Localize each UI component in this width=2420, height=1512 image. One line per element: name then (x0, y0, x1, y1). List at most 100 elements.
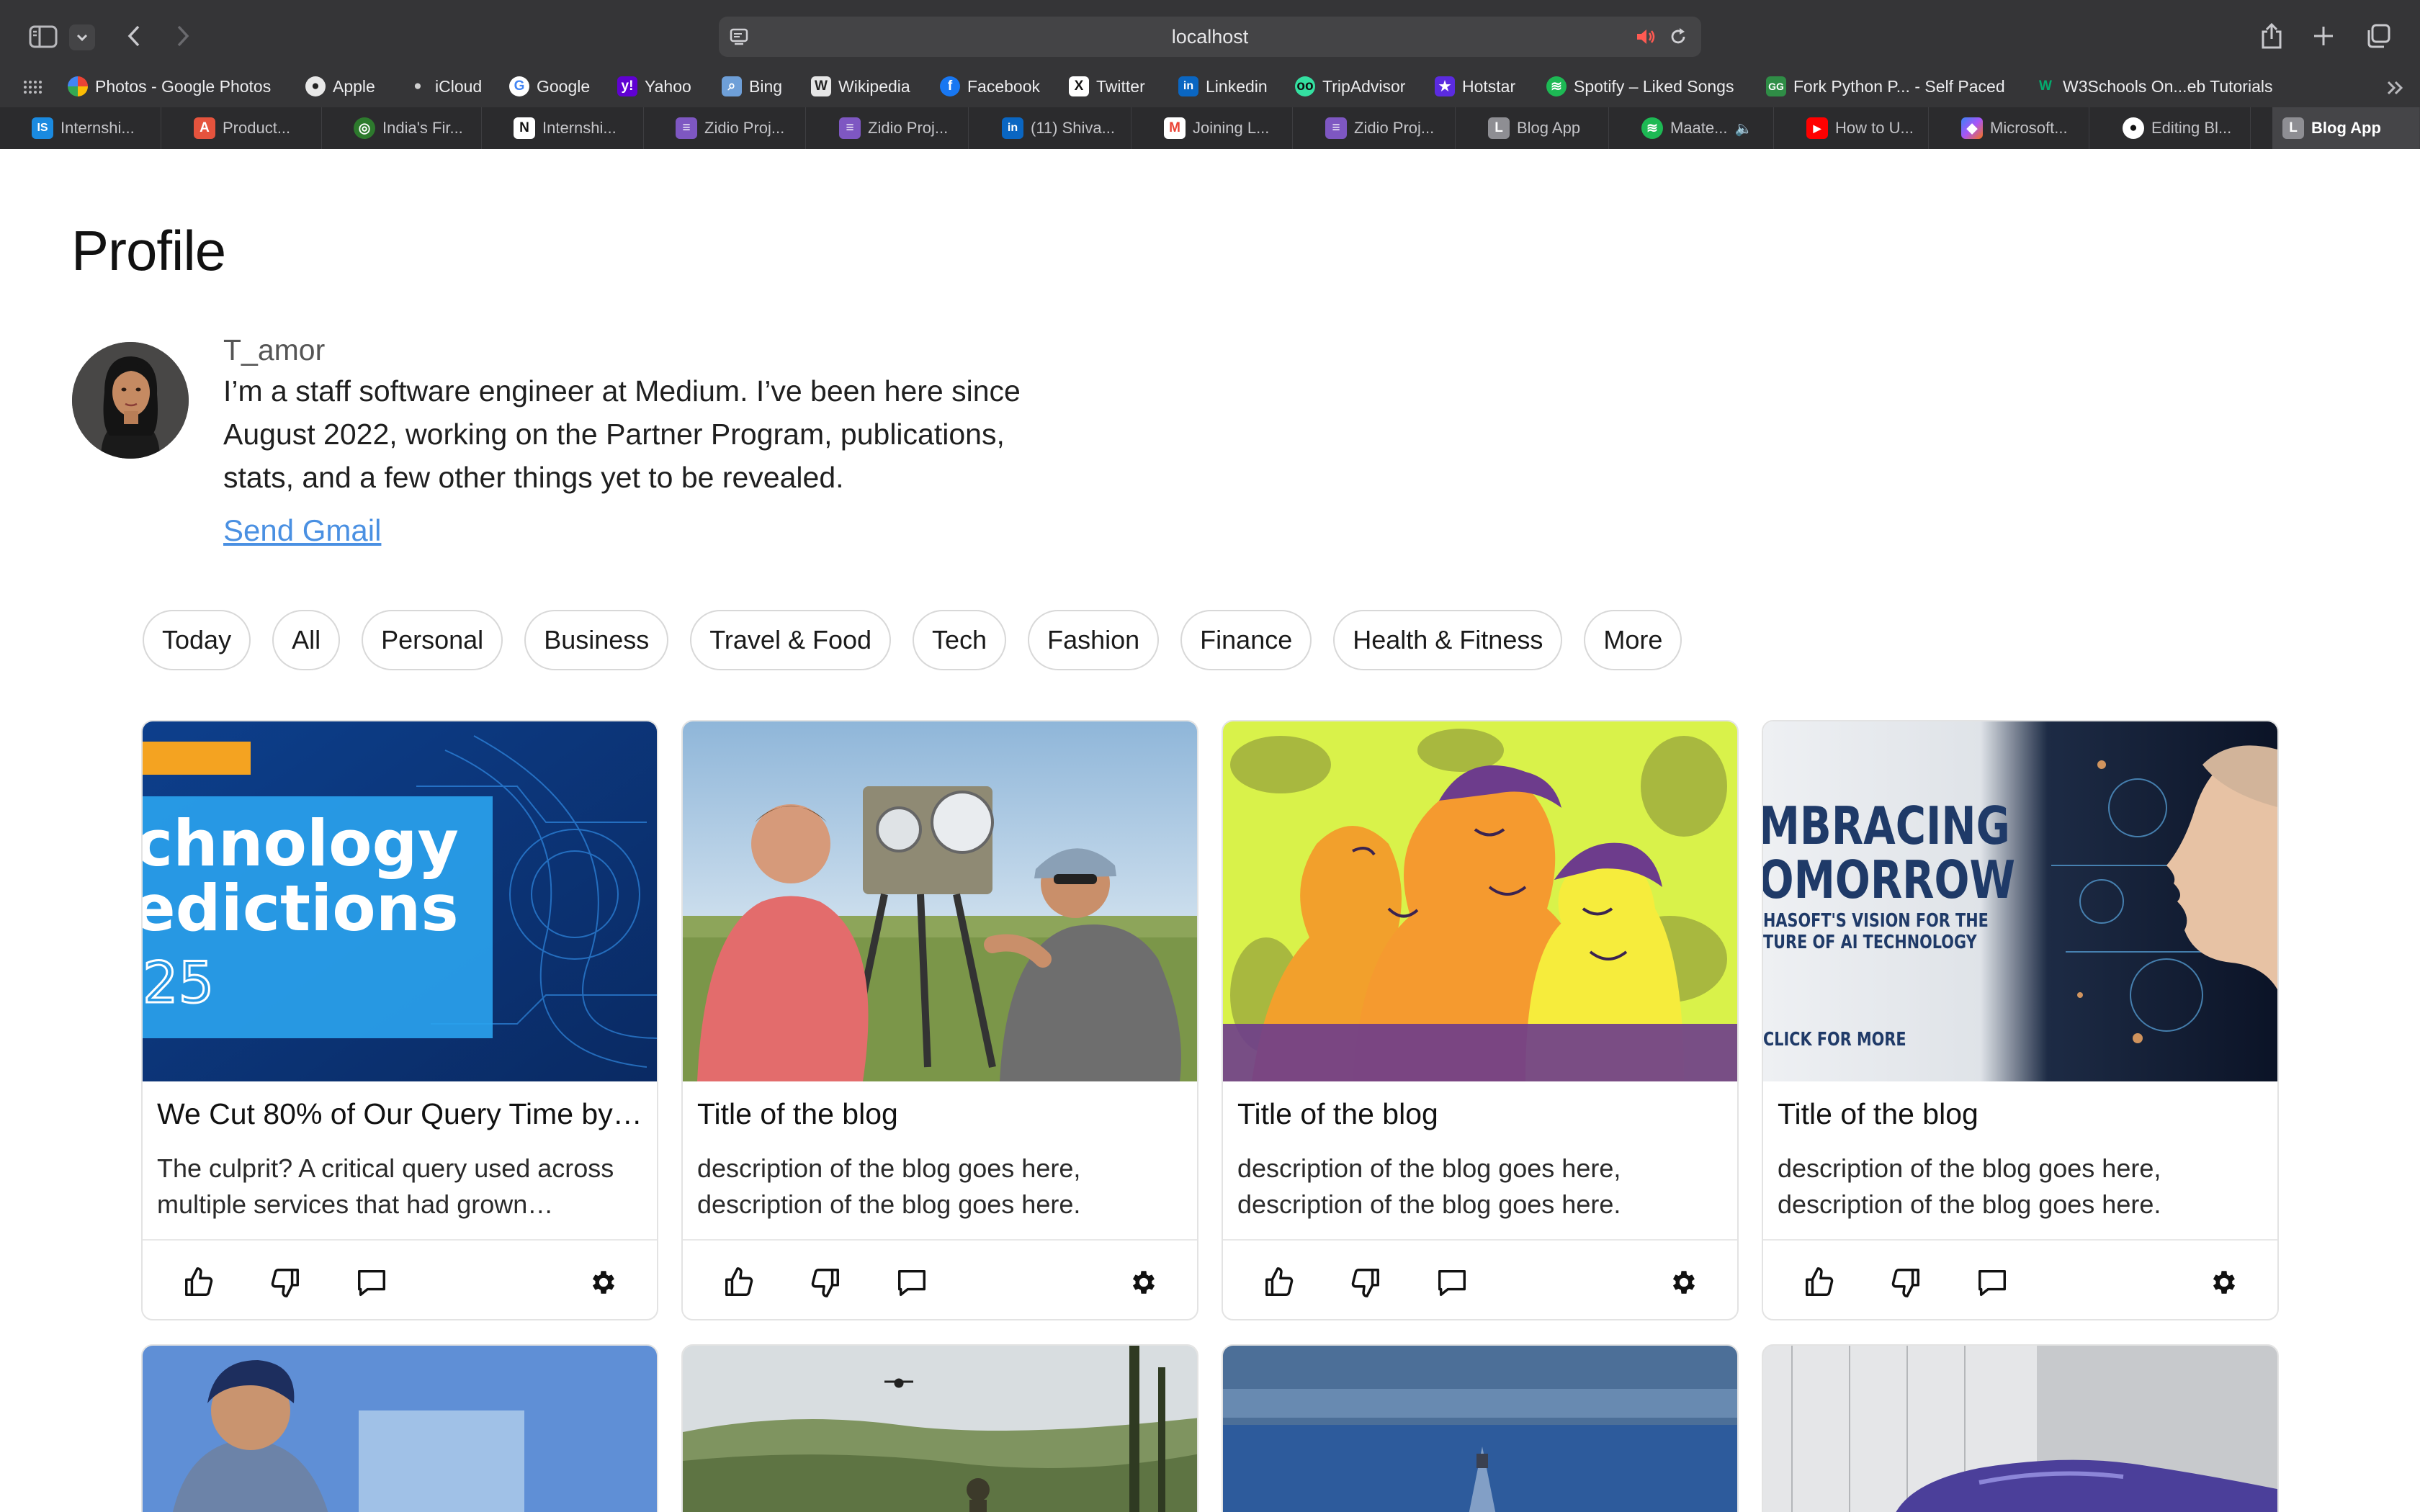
blog-card[interactable]: chnology edictions 25 We Cut 80% of Our … (141, 720, 658, 1320)
category-today[interactable]: Today (143, 610, 251, 670)
comment-icon[interactable] (351, 1262, 392, 1302)
audio-playing-icon[interactable] (1635, 27, 1658, 50)
blog-card[interactable]: Title of the blog description of the blo… (1222, 720, 1739, 1320)
blog-card-title[interactable]: Title of the blog (1237, 1097, 1727, 1131)
comment-icon[interactable] (1432, 1262, 1472, 1302)
tab-overview-icon[interactable] (2364, 22, 2393, 50)
category-travel-food[interactable]: Travel & Food (690, 610, 892, 670)
favorite-bing[interactable]: ⌕ Bing (722, 69, 782, 104)
category-tech[interactable]: Tech (913, 610, 1007, 670)
chevron-right-double-icon[interactable] (2383, 75, 2408, 101)
apple-icon: ● (305, 76, 326, 96)
favorite-icloud[interactable]: ● iCloud (408, 69, 482, 104)
tab-blog-app-active[interactable]: L Blog App (2272, 107, 2420, 149)
letter-l-icon: L (1488, 117, 1510, 139)
thumbs-down-icon[interactable] (1886, 1262, 1926, 1302)
favorite-hotstar[interactable]: ★ Hotstar (1435, 69, 1515, 104)
send-gmail-link[interactable]: Send Gmail (223, 513, 381, 548)
favorite-google-photos[interactable]: Photos - Google Photos (68, 69, 271, 104)
share-icon[interactable] (2257, 19, 2286, 53)
favorite-wikipedia[interactable]: W Wikipedia (811, 69, 910, 104)
thumbs-up-icon[interactable] (719, 1262, 759, 1302)
india-icon: ◎ (354, 117, 375, 139)
profile-username: T_amor (223, 333, 326, 366)
blog-card-image: chnology edictions 25 (143, 721, 657, 1081)
tab-zidio-1[interactable]: ≡ Zidio Proj... (666, 107, 806, 149)
favorite-google[interactable]: G Google (509, 69, 590, 104)
blog-card[interactable] (141, 1344, 658, 1512)
tab-gmail[interactable]: M Joining L... (1154, 107, 1293, 149)
sidebar-toggle-icon[interactable] (27, 22, 59, 51)
new-tab-icon[interactable] (2309, 22, 2338, 50)
forward-icon[interactable] (167, 20, 199, 52)
gear-icon[interactable] (1124, 1262, 1164, 1302)
blog-card-image (1223, 721, 1737, 1081)
blog-card[interactable]: MBRACING OMORROW HASOFT'S VISION FOR THE… (1762, 720, 2279, 1320)
category-personal[interactable]: Personal (362, 610, 503, 670)
tab-linkedin[interactable]: in (11) Shiva... (992, 107, 1131, 149)
favorite-w3schools[interactable]: W W3Schools On...eb Tutorials (2035, 69, 2272, 104)
tab-product[interactable]: A Product... (184, 107, 322, 149)
tab-spotify[interactable]: ≋ Maate... 🔈 (1631, 107, 1774, 149)
blog-card-image: MBRACING OMORROW HASOFT'S VISION FOR THE… (1763, 721, 2277, 1081)
google-icon: G (509, 76, 529, 96)
speaker-icon[interactable]: 🔈 (1734, 120, 1752, 138)
comment-icon[interactable] (892, 1262, 932, 1302)
tab-youtube[interactable]: ▶ How to U... (1796, 107, 1929, 149)
blog-card[interactable]: Title of the blog description of the blo… (681, 720, 1198, 1320)
chevron-down-icon[interactable] (69, 24, 95, 50)
tab-blog-app[interactable]: L Blog App (1478, 107, 1609, 149)
favorite-apple[interactable]: ● Apple (305, 69, 375, 104)
spotify-icon: ≋ (1641, 117, 1663, 139)
linkedin-icon: in (1178, 76, 1198, 96)
tab-internship-notion[interactable]: N Internshi... (503, 107, 644, 149)
tab-zidio-2[interactable]: ≡ Zidio Proj... (829, 107, 969, 149)
thumbs-up-icon[interactable] (1799, 1262, 1839, 1302)
category-fashion[interactable]: Fashion (1028, 610, 1160, 670)
comment-icon[interactable] (1972, 1262, 2012, 1302)
gear-icon[interactable] (1664, 1262, 1704, 1302)
favorite-tripadvisor[interactable]: oo TripAdvisor (1295, 69, 1405, 104)
reload-icon[interactable] (1668, 27, 1688, 50)
avatar (72, 342, 189, 459)
banner-text: MBRACING (1763, 796, 2010, 857)
gear-icon[interactable] (583, 1262, 624, 1302)
thumbs-down-icon[interactable] (1345, 1262, 1386, 1302)
back-icon[interactable] (118, 20, 150, 52)
form-icon: ≡ (1325, 117, 1347, 139)
blog-card-title[interactable]: Title of the blog (1778, 1097, 2267, 1131)
tab-microsoft[interactable]: ◆ Microsoft... (1951, 107, 2089, 149)
favorite-spotify[interactable]: ≋ Spotify – Liked Songs (1546, 69, 1734, 104)
blog-card-title[interactable]: We Cut 80% of Our Query Time by … (157, 1097, 647, 1131)
tab-internshala[interactable]: IS Internshi... (22, 107, 161, 149)
blog-card-description: description of the blog goes here, descr… (1237, 1153, 1621, 1219)
tab-zidio-3[interactable]: ≡ Zidio Proj... (1315, 107, 1456, 149)
address-bar[interactable]: localhost (719, 17, 1701, 57)
favorite-twitter[interactable]: X Twitter (1069, 69, 1145, 104)
blog-card-title[interactable]: Title of the blog (697, 1097, 1187, 1131)
category-health-fitness[interactable]: Health & Fitness (1333, 610, 1563, 670)
tripadvisor-icon: oo (1295, 76, 1315, 96)
blog-card[interactable] (1762, 1344, 2279, 1512)
favorite-yahoo[interactable]: y! Yahoo (617, 69, 691, 104)
category-all[interactable]: All (272, 610, 341, 670)
favorite-facebook[interactable]: f Facebook (940, 69, 1040, 104)
thumbs-down-icon[interactable] (805, 1262, 846, 1302)
gear-icon[interactable] (2204, 1262, 2244, 1302)
favorite-linkedin[interactable]: in Linkedin (1178, 69, 1268, 104)
bing-icon: ⌕ (722, 76, 742, 96)
thumbs-up-icon[interactable] (179, 1262, 219, 1302)
thumbs-up-icon[interactable] (1259, 1262, 1299, 1302)
blog-card-actions (143, 1239, 657, 1319)
tab-india[interactable]: ◎ India's Fir... (344, 107, 482, 149)
category-business[interactable]: Business (524, 610, 669, 670)
apps-grid-icon[interactable] (22, 76, 43, 98)
blog-card[interactable] (681, 1344, 1198, 1512)
tab-github[interactable]: ● Editing Bl... (2112, 107, 2251, 149)
category-more[interactable]: More (1584, 610, 1682, 670)
favorite-gfg[interactable]: GG Fork Python P... - Self Paced (1766, 69, 2005, 104)
category-finance[interactable]: Finance (1180, 610, 1312, 670)
thumbs-down-icon[interactable] (265, 1262, 305, 1302)
blog-card-image (683, 721, 1197, 1081)
blog-card[interactable] (1222, 1344, 1739, 1512)
